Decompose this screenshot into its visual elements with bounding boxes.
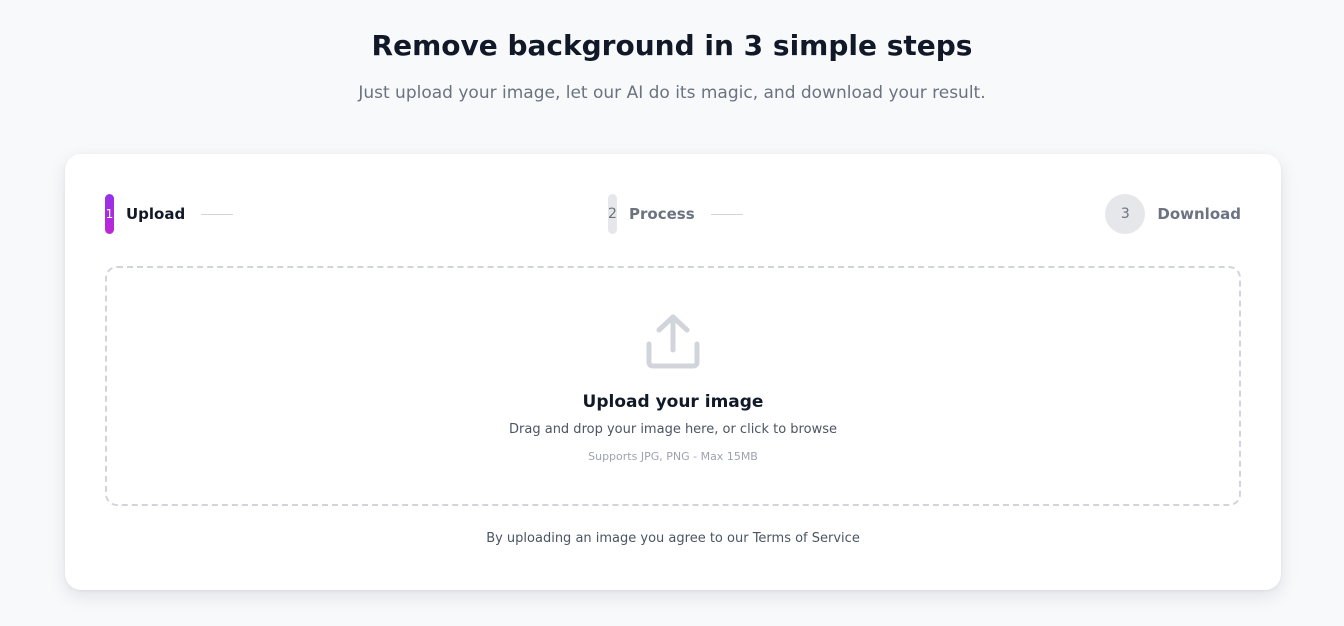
step-label: Download	[1157, 205, 1241, 223]
terms-of-service-link[interactable]: Terms of Service	[753, 531, 860, 546]
step-label: Process	[629, 205, 695, 223]
step-connector	[710, 213, 743, 215]
step-number-badge: 1	[105, 194, 114, 234]
dropzone-description: Drag and drop your image here, or click …	[509, 422, 837, 437]
step-number-badge: 2	[608, 194, 617, 234]
step-upload: 1 Upload	[105, 194, 234, 234]
page-subtitle: Just upload your image, let our AI do it…	[358, 83, 986, 103]
step-number-badge: 3	[1105, 194, 1146, 234]
step-process: 2 Process	[608, 194, 743, 234]
step-label: Upload	[126, 205, 186, 223]
dropzone-title: Upload your image	[582, 392, 764, 412]
step-download: 3 Download	[1105, 194, 1241, 234]
step-connector	[201, 213, 234, 215]
terms-notice: By uploading an image you agree to our T…	[65, 531, 1281, 546]
page-title: Remove background in 3 simple steps	[371, 29, 973, 62]
dropzone-hint: Supports JPG, PNG - Max 15MB	[588, 450, 758, 463]
upload-dropzone[interactable]: Upload your image Drag and drop your ima…	[105, 266, 1241, 506]
terms-prefix: By uploading an image you agree to our	[486, 531, 753, 546]
upload-card: 1 Upload 2 Process 3 Download Upload you…	[65, 154, 1281, 590]
upload-icon	[646, 314, 700, 369]
page: Remove background in 3 simple steps Just…	[0, 0, 1344, 626]
